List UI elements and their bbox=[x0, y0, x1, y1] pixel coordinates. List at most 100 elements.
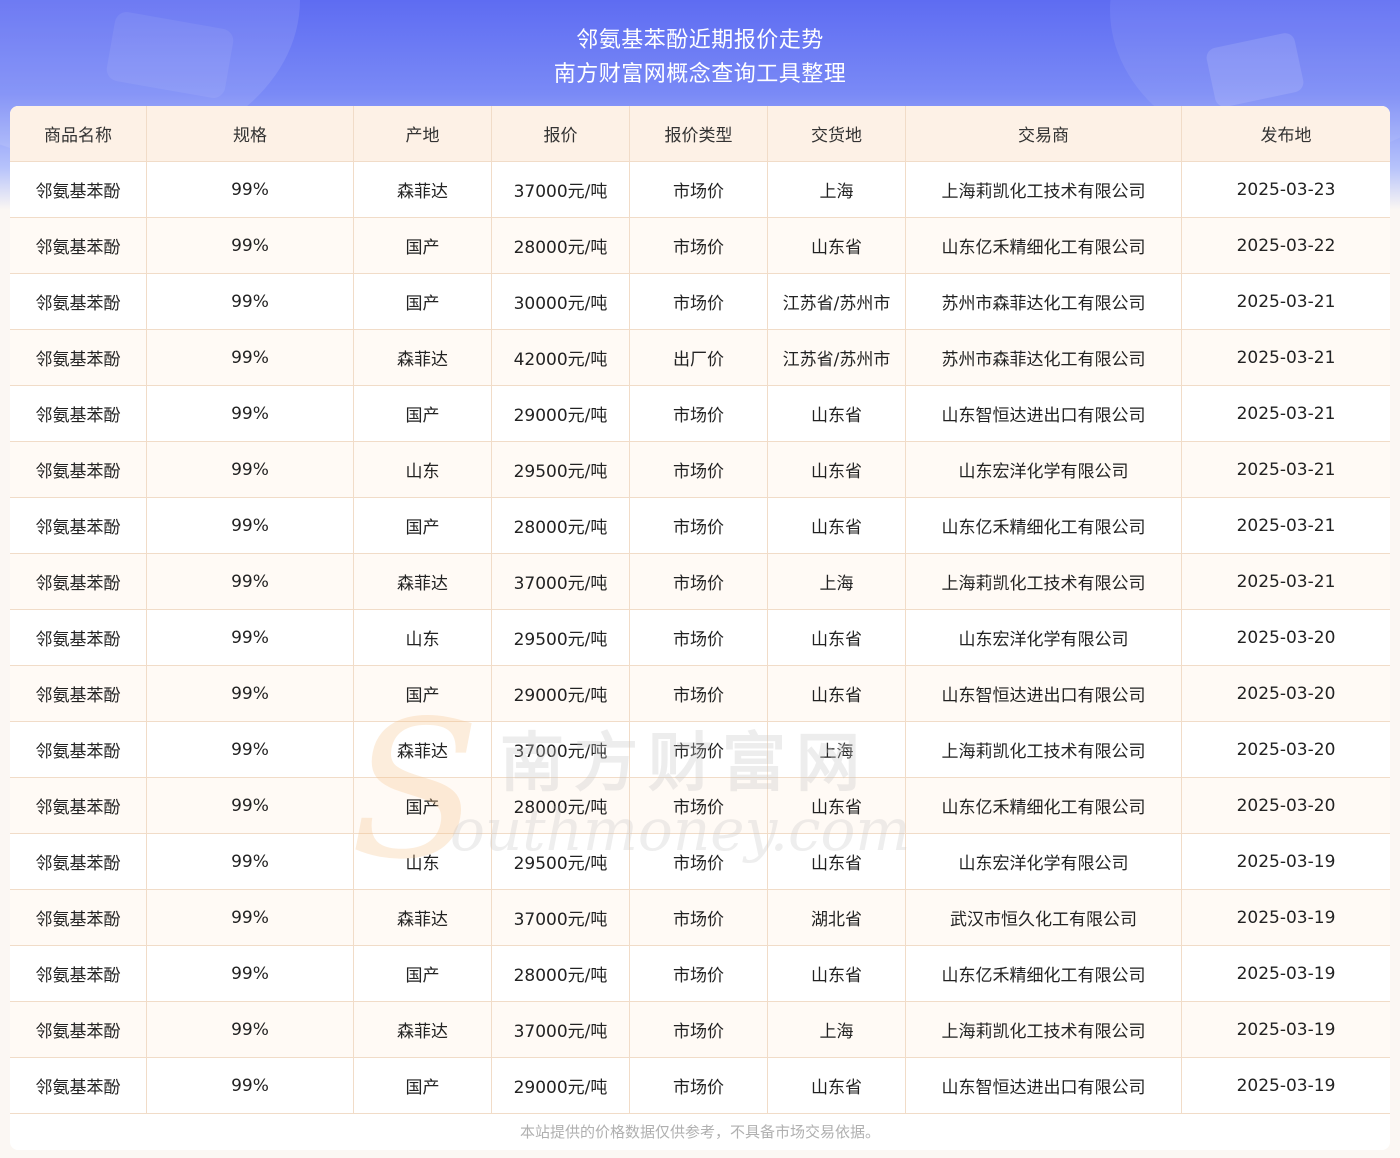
table-cell-price-type: 出厂价 bbox=[630, 330, 768, 386]
table-cell-product-name: 邻氨基苯酚 bbox=[10, 778, 147, 834]
table-cell-spec: 99% bbox=[147, 1002, 354, 1058]
table-cell-delivery-place: 山东省 bbox=[768, 610, 906, 666]
table-cell-price-type: 市场价 bbox=[630, 666, 768, 722]
table-cell-spec: 99% bbox=[147, 946, 354, 1002]
table-cell-origin: 国产 bbox=[354, 218, 492, 274]
column-header-origin: 产地 bbox=[354, 106, 492, 162]
table-cell-delivery-place: 上海 bbox=[768, 722, 906, 778]
column-header-price: 报价 bbox=[492, 106, 630, 162]
table-cell-trader: 苏州市森菲达化工有限公司 bbox=[906, 274, 1182, 330]
table-cell-origin: 山东 bbox=[354, 442, 492, 498]
table-cell-product-name: 邻氨基苯酚 bbox=[10, 722, 147, 778]
table-cell-publish-date: 2025-03-23 bbox=[1182, 162, 1390, 218]
table-cell-trader: 武汉市恒久化工有限公司 bbox=[906, 890, 1182, 946]
column-header-price-type: 报价类型 bbox=[630, 106, 768, 162]
table-cell-trader: 上海莉凯化工技术有限公司 bbox=[906, 722, 1182, 778]
table-cell-delivery-place: 江苏省/苏州市 bbox=[768, 330, 906, 386]
table-cell-price: 42000元/吨 bbox=[492, 330, 630, 386]
table-cell-origin: 国产 bbox=[354, 778, 492, 834]
table-cell-trader: 山东亿禾精细化工有限公司 bbox=[906, 218, 1182, 274]
table-cell-spec: 99% bbox=[147, 554, 354, 610]
table-cell-publish-date: 2025-03-20 bbox=[1182, 778, 1390, 834]
table-cell-price-type: 市场价 bbox=[630, 162, 768, 218]
table-cell-spec: 99% bbox=[147, 442, 354, 498]
table-cell-price: 29500元/吨 bbox=[492, 442, 630, 498]
table-cell-trader: 苏州市森菲达化工有限公司 bbox=[906, 330, 1182, 386]
table-cell-delivery-place: 上海 bbox=[768, 1002, 906, 1058]
table-cell-origin: 森菲达 bbox=[354, 330, 492, 386]
table-cell-price: 29000元/吨 bbox=[492, 666, 630, 722]
table-cell-trader: 上海莉凯化工技术有限公司 bbox=[906, 1002, 1182, 1058]
table-cell-trader: 山东宏洋化学有限公司 bbox=[906, 442, 1182, 498]
table-cell-delivery-place: 山东省 bbox=[768, 1058, 906, 1114]
table-cell-origin: 森菲达 bbox=[354, 1002, 492, 1058]
table-cell-trader: 山东宏洋化学有限公司 bbox=[906, 834, 1182, 890]
table-cell-product-name: 邻氨基苯酚 bbox=[10, 554, 147, 610]
table-cell-price: 28000元/吨 bbox=[492, 778, 630, 834]
table-cell-origin: 森菲达 bbox=[354, 162, 492, 218]
table-cell-publish-date: 2025-03-21 bbox=[1182, 330, 1390, 386]
page-subtitle: 南方财富网概念查询工具整理 bbox=[553, 62, 847, 87]
table-cell-delivery-place: 山东省 bbox=[768, 218, 906, 274]
table-cell-price: 29500元/吨 bbox=[492, 834, 630, 890]
table-cell-delivery-place: 山东省 bbox=[768, 778, 906, 834]
table-cell-price: 28000元/吨 bbox=[492, 498, 630, 554]
table-cell-price-type: 市场价 bbox=[630, 274, 768, 330]
table-cell-product-name: 邻氨基苯酚 bbox=[10, 330, 147, 386]
table-cell-price: 29500元/吨 bbox=[492, 610, 630, 666]
table-cell-price: 37000元/吨 bbox=[492, 1002, 630, 1058]
table-cell-product-name: 邻氨基苯酚 bbox=[10, 834, 147, 890]
table-cell-trader: 上海莉凯化工技术有限公司 bbox=[906, 554, 1182, 610]
table-cell-product-name: 邻氨基苯酚 bbox=[10, 498, 147, 554]
table-cell-origin: 国产 bbox=[354, 498, 492, 554]
table-cell-price-type: 市场价 bbox=[630, 1002, 768, 1058]
table-cell-spec: 99% bbox=[147, 610, 354, 666]
table-cell-price: 37000元/吨 bbox=[492, 554, 630, 610]
table-cell-origin: 森菲达 bbox=[354, 554, 492, 610]
table-cell-publish-date: 2025-03-19 bbox=[1182, 946, 1390, 1002]
table-cell-product-name: 邻氨基苯酚 bbox=[10, 1002, 147, 1058]
table-cell-spec: 99% bbox=[147, 1058, 354, 1114]
table-cell-publish-date: 2025-03-21 bbox=[1182, 386, 1390, 442]
table-cell-spec: 99% bbox=[147, 666, 354, 722]
disclaimer-text: 本站提供的价格数据仅供参考，不具备市场交易依据。 bbox=[519, 1122, 880, 1141]
table-cell-delivery-place: 江苏省/苏州市 bbox=[768, 274, 906, 330]
table-cell-price-type: 市场价 bbox=[630, 498, 768, 554]
table-cell-delivery-place: 山东省 bbox=[768, 834, 906, 890]
table-cell-price-type: 市场价 bbox=[630, 890, 768, 946]
table-cell-price-type: 市场价 bbox=[630, 218, 768, 274]
table-cell-price-type: 市场价 bbox=[630, 610, 768, 666]
table-cell-delivery-place: 山东省 bbox=[768, 386, 906, 442]
table-cell-trader: 山东亿禾精细化工有限公司 bbox=[906, 498, 1182, 554]
table-cell-spec: 99% bbox=[147, 890, 354, 946]
price-table-card: 商品名称 规格 产地 报价 报价类型 交货地 交易商 发布地 邻氨基苯酚 99% 森菲达 37000元… bbox=[10, 106, 1390, 1150]
table-cell-spec: 99% bbox=[147, 834, 354, 890]
table-cell-publish-date: 2025-03-21 bbox=[1182, 442, 1390, 498]
table-cell-publish-date: 2025-03-20 bbox=[1182, 666, 1390, 722]
table-cell-publish-date: 2025-03-19 bbox=[1182, 1002, 1390, 1058]
table-cell-publish-date: 2025-03-21 bbox=[1182, 274, 1390, 330]
table-cell-delivery-place: 上海 bbox=[768, 162, 906, 218]
table-cell-product-name: 邻氨基苯酚 bbox=[10, 274, 147, 330]
table-cell-price-type: 市场价 bbox=[630, 722, 768, 778]
table-cell-spec: 99% bbox=[147, 274, 354, 330]
table-cell-price-type: 市场价 bbox=[630, 554, 768, 610]
table-cell-trader: 山东亿禾精细化工有限公司 bbox=[906, 946, 1182, 1002]
column-header-spec: 规格 bbox=[147, 106, 354, 162]
table-cell-spec: 99% bbox=[147, 162, 354, 218]
table-cell-price: 29000元/吨 bbox=[492, 386, 630, 442]
table-cell-price-type: 市场价 bbox=[630, 442, 768, 498]
table-cell-delivery-place: 山东省 bbox=[768, 666, 906, 722]
table-cell-spec: 99% bbox=[147, 330, 354, 386]
table-cell-origin: 国产 bbox=[354, 666, 492, 722]
table-cell-spec: 99% bbox=[147, 218, 354, 274]
table-cell-publish-date: 2025-03-20 bbox=[1182, 722, 1390, 778]
table-cell-price: 29000元/吨 bbox=[492, 1058, 630, 1114]
table-cell-product-name: 邻氨基苯酚 bbox=[10, 386, 147, 442]
table-cell-delivery-place: 湖北省 bbox=[768, 890, 906, 946]
table-cell-price-type: 市场价 bbox=[630, 778, 768, 834]
price-table: 商品名称 规格 产地 报价 报价类型 交货地 交易商 发布地 邻氨基苯酚 99% 森菲达 37000元… bbox=[10, 106, 1390, 1114]
table-cell-price: 37000元/吨 bbox=[492, 722, 630, 778]
table-cell-trader: 山东智恒达进出口有限公司 bbox=[906, 386, 1182, 442]
column-header-trader: 交易商 bbox=[906, 106, 1182, 162]
